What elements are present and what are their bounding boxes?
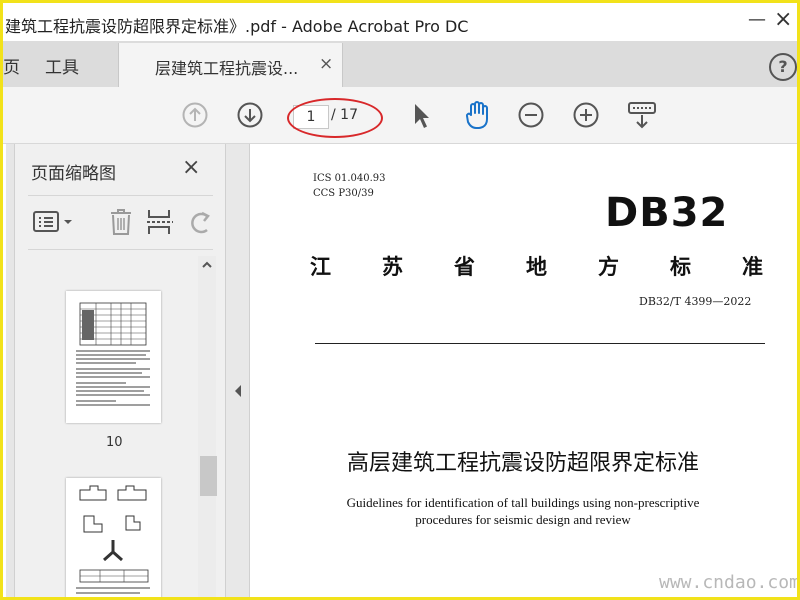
panel-divider-2 <box>28 249 213 250</box>
tab-close-button[interactable]: × <box>319 54 333 74</box>
ics-codes: ICS 01.040.93 CCS P30/39 <box>313 171 386 201</box>
title-bar: 建筑工程抗震设防超限界定标准》.pdf - Adobe Acrobat Pro … <box>3 3 797 41</box>
standard-category: 江 苏 省 地 方 标 准 <box>310 251 763 281</box>
help-button[interactable]: ? <box>769 53 797 81</box>
tab-document[interactable]: 层建筑工程抗震设... × <box>118 43 343 89</box>
zoom-out-icon[interactable] <box>518 102 544 128</box>
panel-close-button[interactable]: × <box>182 155 200 180</box>
category-char: 地 <box>526 254 547 279</box>
category-char: 准 <box>742 254 763 279</box>
page-up-icon[interactable] <box>182 102 208 128</box>
scrollbar-thumb[interactable] <box>200 456 217 496</box>
window-title: 建筑工程抗震设防超限界定标准》.pdf - Adobe Acrobat Pro … <box>5 17 469 36</box>
delete-icon[interactable] <box>109 208 133 236</box>
category-char: 苏 <box>382 254 403 279</box>
highlight-annotation <box>287 98 383 138</box>
watermark: www.cndao.com <box>659 572 800 593</box>
page-thumbnail-label: 10 <box>106 435 123 450</box>
thumbnail-options-icon[interactable] <box>33 210 75 234</box>
category-char: 省 <box>454 254 475 279</box>
select-arrow-icon[interactable] <box>412 102 432 130</box>
panel-title: 页面缩略图 <box>31 164 116 184</box>
minimize-button[interactable]: — <box>748 9 766 30</box>
category-char: 江 <box>310 254 331 279</box>
app-window: 建筑工程抗震设防超限界定标准》.pdf - Adobe Acrobat Pro … <box>0 0 800 600</box>
pane-splitter[interactable] <box>225 144 250 597</box>
hand-icon[interactable] <box>462 100 492 130</box>
ics-line: ICS 01.040.93 <box>313 173 386 184</box>
document-title-cn: 高层建筑工程抗震设防超限界定标准 <box>346 451 699 476</box>
document-title-en: Guidelines for identification of tall bu… <box>253 494 793 528</box>
category-char: 标 <box>670 254 691 279</box>
tab-document-label: 层建筑工程抗震设... <box>155 59 299 78</box>
page-thumbnail-11[interactable] <box>66 478 161 597</box>
keyboard-down-icon[interactable] <box>627 101 657 131</box>
insert-page-icon[interactable] <box>147 208 173 236</box>
tab-tools[interactable]: 工具 <box>45 53 79 78</box>
page-down-icon[interactable] <box>237 102 263 128</box>
panel-divider <box>28 195 213 196</box>
title-en-line: Guidelines for identification of tall bu… <box>346 495 700 510</box>
category-char: 方 <box>598 254 619 279</box>
title-en-line: procedures for seismic design and review <box>415 512 631 527</box>
document-rule <box>315 343 765 344</box>
standard-code: DB32 <box>605 190 729 236</box>
standard-number: DB32/T 4399—2022 <box>639 295 752 308</box>
thumbnail-scrollbar[interactable] <box>198 256 216 597</box>
undo-icon[interactable] <box>187 208 211 236</box>
close-window-button[interactable]: × <box>774 7 792 32</box>
tab-home[interactable]: 页 <box>3 53 20 78</box>
pane-edge <box>6 144 15 597</box>
toolbar <box>3 87 797 144</box>
page-thumbnail-10[interactable] <box>66 291 161 423</box>
ccs-line: CCS P30/39 <box>313 188 374 199</box>
zoom-in-icon[interactable] <box>573 102 599 128</box>
